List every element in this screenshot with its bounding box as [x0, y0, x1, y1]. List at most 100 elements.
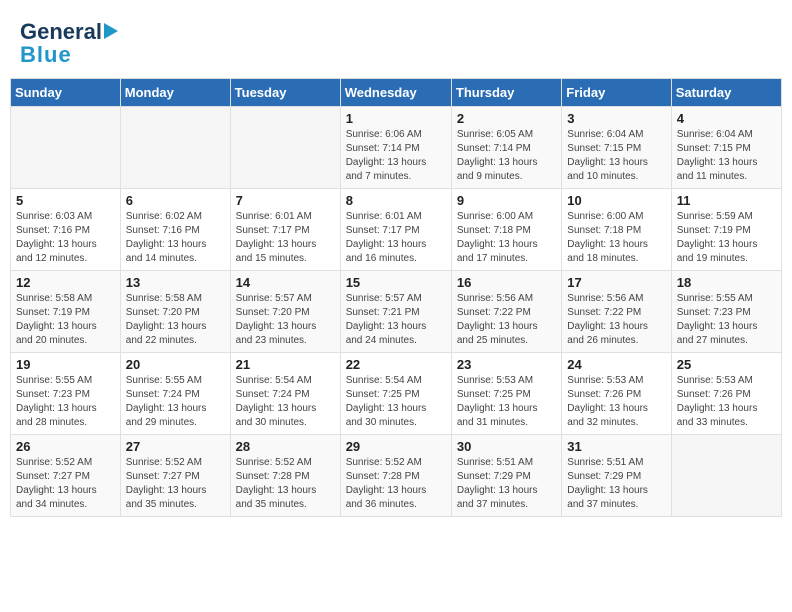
day-info: Sunrise: 6:02 AM Sunset: 7:16 PM Dayligh… [126, 210, 225, 266]
day-info: Sunrise: 6:03 AM Sunset: 7:16 PM Dayligh… [16, 210, 115, 266]
day-number: 14 [236, 275, 335, 290]
page-header: General Blue [10, 10, 782, 73]
day-number: 7 [236, 193, 335, 208]
calendar-cell: 25 Sunrise: 5:53 AM Sunset: 7:26 PM Dayli… [671, 353, 781, 435]
day-info: Sunrise: 5:53 AM Sunset: 7:25 PM Dayligh… [457, 374, 556, 430]
day-info: Sunrise: 6:04 AM Sunset: 7:15 PM Dayligh… [567, 128, 665, 184]
day-number: 27 [126, 439, 225, 454]
weekday-header-thursday: Thursday [451, 79, 561, 107]
calendar-cell: 13 Sunrise: 5:58 AM Sunset: 7:20 PM Dayli… [120, 271, 230, 353]
logo: General Blue [20, 20, 118, 68]
calendar-week-row: 19Sunrise: 5:55 AM Sunset: 7:23 PM Dayli… [11, 353, 782, 435]
calendar-cell: 24Sunrise: 5:53 AM Sunset: 7:26 PM Dayli… [562, 353, 671, 435]
day-info: Sunrise: 5:55 AM Sunset: 7:24 PM Dayligh… [126, 374, 225, 430]
day-info: Sunrise: 6:00 AM Sunset: 7:18 PM Dayligh… [457, 210, 556, 266]
day-info: Sunrise: 6:01 AM Sunset: 7:17 PM Dayligh… [236, 210, 335, 266]
calendar-cell: 4 Sunrise: 6:04 AM Sunset: 7:15 PM Daylig… [671, 107, 781, 189]
day-number: 4 [677, 111, 776, 126]
day-number: 19 [16, 357, 115, 372]
day-info: Sunrise: 5:51 AM Sunset: 7:29 PM Dayligh… [567, 456, 665, 512]
calendar-cell: 1 Sunrise: 6:06 AM Sunset: 7:14 PM Daylig… [340, 107, 451, 189]
calendar-cell: 22 Sunrise: 5:54 AM Sunset: 7:25 PM Dayli… [340, 353, 451, 435]
calendar-cell: 28 Sunrise: 5:52 AM Sunset: 7:28 PM Dayli… [230, 435, 340, 517]
calendar-cell: 17 Sunrise: 5:56 AM Sunset: 7:22 PM Dayli… [562, 271, 671, 353]
calendar-cell: 20 Sunrise: 5:55 AM Sunset: 7:24 PM Dayli… [120, 353, 230, 435]
calendar-cell: 29Sunrise: 5:52 AM Sunset: 7:28 PM Dayli… [340, 435, 451, 517]
calendar-cell: 11Sunrise: 5:59 AM Sunset: 7:19 PM Dayli… [671, 189, 781, 271]
calendar-cell: 10 Sunrise: 6:00 AM Sunset: 7:18 PM Dayli… [562, 189, 671, 271]
calendar-cell: 5 Sunrise: 6:03 AM Sunset: 7:16 PM Daylig… [11, 189, 121, 271]
weekday-header-tuesday: Tuesday [230, 79, 340, 107]
calendar-cell: 2Sunrise: 6:05 AM Sunset: 7:14 PM Daylig… [451, 107, 561, 189]
day-number: 25 [677, 357, 776, 372]
day-number: 12 [16, 275, 115, 290]
calendar-week-row: 12Sunrise: 5:58 AM Sunset: 7:19 PM Dayli… [11, 271, 782, 353]
day-number: 22 [346, 357, 446, 372]
day-number: 18 [677, 275, 776, 290]
day-number: 28 [236, 439, 335, 454]
day-number: 15 [346, 275, 446, 290]
calendar-cell: 18 Sunrise: 5:55 AM Sunset: 7:23 PM Dayli… [671, 271, 781, 353]
day-number: 31 [567, 439, 665, 454]
calendar-week-row: 26 Sunrise: 5:52 AM Sunset: 7:27 PM Dayli… [11, 435, 782, 517]
day-info: Sunrise: 5:56 AM Sunset: 7:22 PM Dayligh… [457, 292, 556, 348]
day-number: 13 [126, 275, 225, 290]
day-info: Sunrise: 5:52 AM Sunset: 7:28 PM Dayligh… [236, 456, 335, 512]
day-number: 6 [126, 193, 225, 208]
calendar-week-row: 5 Sunrise: 6:03 AM Sunset: 7:16 PM Daylig… [11, 189, 782, 271]
day-number: 3 [567, 111, 665, 126]
day-number: 21 [236, 357, 335, 372]
day-info: Sunrise: 5:52 AM Sunset: 7:27 PM Dayligh… [126, 456, 225, 512]
weekday-header-sunday: Sunday [11, 79, 121, 107]
day-number: 17 [567, 275, 665, 290]
calendar-cell [230, 107, 340, 189]
day-number: 11 [677, 193, 776, 208]
day-number: 26 [16, 439, 115, 454]
calendar-cell: 9Sunrise: 6:00 AM Sunset: 7:18 PM Daylig… [451, 189, 561, 271]
day-number: 1 [346, 111, 446, 126]
calendar-cell: 6 Sunrise: 6:02 AM Sunset: 7:16 PM Daylig… [120, 189, 230, 271]
day-number: 8 [346, 193, 446, 208]
calendar-cell: 15Sunrise: 5:57 AM Sunset: 7:21 PM Dayli… [340, 271, 451, 353]
calendar-cell: 3 Sunrise: 6:04 AM Sunset: 7:15 PM Daylig… [562, 107, 671, 189]
day-info: Sunrise: 5:53 AM Sunset: 7:26 PM Dayligh… [677, 374, 776, 430]
calendar-cell [671, 435, 781, 517]
day-info: Sunrise: 5:56 AM Sunset: 7:22 PM Dayligh… [567, 292, 665, 348]
day-info: Sunrise: 6:04 AM Sunset: 7:15 PM Dayligh… [677, 128, 776, 184]
calendar-table: SundayMondayTuesdayWednesdayThursdayFrid… [10, 78, 782, 517]
day-number: 20 [126, 357, 225, 372]
day-number: 24 [567, 357, 665, 372]
day-number: 29 [346, 439, 446, 454]
day-number: 10 [567, 193, 665, 208]
day-info: Sunrise: 5:55 AM Sunset: 7:23 PM Dayligh… [677, 292, 776, 348]
calendar-cell: 23 Sunrise: 5:53 AM Sunset: 7:25 PM Dayli… [451, 353, 561, 435]
day-info: Sunrise: 6:06 AM Sunset: 7:14 PM Dayligh… [346, 128, 446, 184]
day-info: Sunrise: 5:57 AM Sunset: 7:20 PM Dayligh… [236, 292, 335, 348]
day-info: Sunrise: 6:00 AM Sunset: 7:18 PM Dayligh… [567, 210, 665, 266]
calendar-cell: 21 Sunrise: 5:54 AM Sunset: 7:24 PM Dayli… [230, 353, 340, 435]
calendar-week-row: 1 Sunrise: 6:06 AM Sunset: 7:14 PM Daylig… [11, 107, 782, 189]
calendar-cell: 31 Sunrise: 5:51 AM Sunset: 7:29 PM Dayli… [562, 435, 671, 517]
day-number: 30 [457, 439, 556, 454]
day-info: Sunrise: 5:54 AM Sunset: 7:25 PM Dayligh… [346, 374, 446, 430]
calendar-cell: 12Sunrise: 5:58 AM Sunset: 7:19 PM Dayli… [11, 271, 121, 353]
day-info: Sunrise: 5:51 AM Sunset: 7:29 PM Dayligh… [457, 456, 556, 512]
calendar-cell [120, 107, 230, 189]
logo-text: General [20, 20, 118, 44]
calendar-cell: 8 Sunrise: 6:01 AM Sunset: 7:17 PM Daylig… [340, 189, 451, 271]
calendar-cell: 27 Sunrise: 5:52 AM Sunset: 7:27 PM Dayli… [120, 435, 230, 517]
weekday-header-friday: Friday [562, 79, 671, 107]
day-info: Sunrise: 5:58 AM Sunset: 7:20 PM Dayligh… [126, 292, 225, 348]
calendar-cell: 7 Sunrise: 6:01 AM Sunset: 7:17 PM Daylig… [230, 189, 340, 271]
weekday-header-wednesday: Wednesday [340, 79, 451, 107]
calendar-cell: 30 Sunrise: 5:51 AM Sunset: 7:29 PM Dayli… [451, 435, 561, 517]
calendar-cell: 14 Sunrise: 5:57 AM Sunset: 7:20 PM Dayli… [230, 271, 340, 353]
day-number: 23 [457, 357, 556, 372]
day-info: Sunrise: 5:54 AM Sunset: 7:24 PM Dayligh… [236, 374, 335, 430]
day-number: 5 [16, 193, 115, 208]
logo-blue: Blue [20, 42, 72, 68]
day-number: 16 [457, 275, 556, 290]
weekday-header-saturday: Saturday [671, 79, 781, 107]
weekday-header-row: SundayMondayTuesdayWednesdayThursdayFrid… [11, 79, 782, 107]
day-info: Sunrise: 6:01 AM Sunset: 7:17 PM Dayligh… [346, 210, 446, 266]
